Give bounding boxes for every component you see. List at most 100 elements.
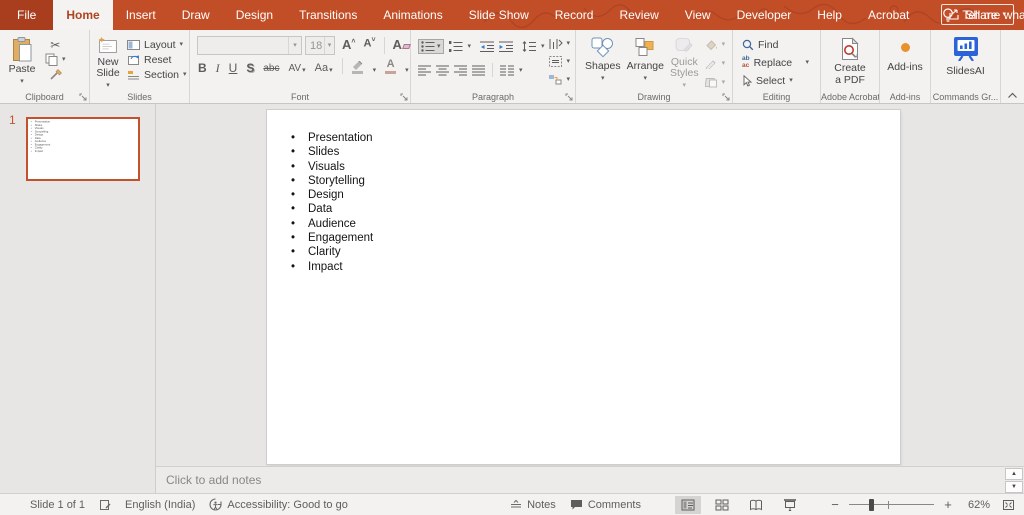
tab-slide-show[interactable]: Slide Show: [456, 0, 542, 30]
change-case-button[interactable]: Aa ▾: [315, 63, 333, 75]
columns-dropdown-icon[interactable]: ▾: [519, 67, 523, 74]
text-direction-button[interactable]: ▾: [545, 36, 574, 51]
bullet-list[interactable]: • Presentation • Slides • Visuals • Storytellin…: [267, 110, 900, 274]
commands-group-label: Commands Gr...: [932, 92, 999, 102]
convert-smartart-button[interactable]: ▾: [545, 72, 574, 87]
tab-transitions[interactable]: Transitions: [286, 0, 370, 30]
highlight-dropdown-icon[interactable]: ▾: [373, 67, 377, 74]
tab-animations[interactable]: Animations: [370, 0, 455, 30]
tab-review[interactable]: Review: [606, 0, 671, 30]
tab-acrobat[interactable]: Acrobat: [855, 0, 922, 30]
replace-dropdown-icon[interactable]: ▾: [805, 59, 815, 66]
align-right-button[interactable]: [454, 65, 467, 76]
share-button[interactable]: Share ▾: [941, 4, 1014, 25]
scroll-up-button[interactable]: ▲: [1005, 468, 1023, 480]
align-left-button[interactable]: [418, 65, 431, 76]
paste-button[interactable]: Paste ▾: [2, 33, 42, 89]
paragraph-dialog-launcher[interactable]: [565, 93, 573, 101]
zoom-in-button[interactable]: +: [942, 498, 954, 511]
align-text-button[interactable]: ▾: [545, 54, 574, 69]
reset-button[interactable]: Reset: [124, 52, 190, 67]
notes-pane[interactable]: Click to add notes ▲ ▼: [156, 466, 1024, 493]
tab-insert[interactable]: Insert: [113, 0, 169, 30]
columns-button[interactable]: [500, 65, 514, 76]
select-button[interactable]: Select ▾: [739, 73, 818, 88]
normal-view-button[interactable]: [675, 495, 701, 514]
arrange-button[interactable]: Arrange ▾: [624, 33, 667, 89]
tab-developer[interactable]: Developer: [724, 0, 805, 30]
tab-draw[interactable]: Draw: [169, 0, 223, 30]
justify-button[interactable]: [472, 65, 485, 76]
character-spacing-button[interactable]: AV ▾: [288, 64, 305, 75]
shape-fill-button[interactable]: ▾: [702, 37, 729, 52]
slide-show-button[interactable]: [777, 496, 803, 514]
zoom-slider-handle[interactable]: [869, 498, 875, 511]
slidesai-button[interactable]: SlidesAI: [936, 33, 996, 89]
increase-font-size-button[interactable]: A˄: [342, 37, 355, 52]
spell-check-button[interactable]: [99, 499, 111, 511]
new-slide-button[interactable]: New Slide ▾: [92, 33, 124, 89]
accessibility-button[interactable]: Accessibility: Good to go: [209, 498, 348, 511]
tab-help[interactable]: Help: [804, 0, 855, 30]
format-painter-button[interactable]: [42, 67, 69, 82]
notes-toggle-button[interactable]: Notes: [510, 499, 556, 511]
zoom-slider[interactable]: [849, 498, 934, 512]
zoom-level[interactable]: 62%: [962, 499, 990, 511]
tab-record[interactable]: Record: [542, 0, 607, 30]
bullets-button[interactable]: ▾: [418, 38, 444, 54]
language-button[interactable]: English (India): [125, 499, 195, 511]
spell-check-icon: [100, 499, 111, 510]
numbering-button[interactable]: [448, 40, 463, 52]
decrease-font-size-button[interactable]: A˅: [363, 37, 375, 50]
underline-button[interactable]: U: [229, 62, 238, 74]
collapse-ribbon-button[interactable]: [1007, 92, 1018, 99]
font-size-dropdown-icon[interactable]: ▾: [324, 37, 334, 54]
tab-design[interactable]: Design: [223, 0, 286, 30]
create-pdf-button[interactable]: Create a PDF: [825, 33, 875, 89]
highlight-color-button[interactable]: [352, 61, 364, 74]
italic-button[interactable]: I: [216, 62, 220, 74]
zoom-out-button[interactable]: −: [829, 498, 841, 511]
comments-button[interactable]: Comments: [570, 499, 641, 511]
quick-styles-button[interactable]: Quick Styles ▾: [667, 33, 702, 89]
scroll-down-button[interactable]: ▼: [1005, 481, 1023, 493]
tab-home[interactable]: Home: [53, 0, 113, 30]
clear-formatting-button[interactable]: A: [393, 37, 411, 52]
fit-slide-to-window-button[interactable]: [998, 496, 1018, 514]
font-color-button[interactable]: A: [385, 59, 397, 74]
shape-outline-button[interactable]: ▾: [702, 56, 729, 71]
slide-canvas[interactable]: • Presentation • Slides • Visuals • Storytellin…: [267, 110, 900, 464]
section-button[interactable]: Section ▾: [124, 67, 190, 82]
replace-button[interactable]: ab ac Replace ▾: [739, 55, 818, 70]
shape-effects-button[interactable]: ▾: [702, 75, 729, 90]
layout-button[interactable]: Layout ▾: [124, 37, 190, 52]
bullet-text: Clarity: [308, 246, 341, 259]
strikethrough-button[interactable]: abc: [263, 64, 279, 74]
line-spacing-button[interactable]: [522, 40, 537, 52]
decrease-indent-button[interactable]: [480, 41, 495, 52]
tab-file[interactable]: File: [0, 0, 54, 30]
cut-button[interactable]: ✂: [42, 37, 69, 52]
font-dialog-launcher[interactable]: [400, 93, 408, 101]
drawing-dialog-launcher[interactable]: [722, 93, 730, 101]
numbering-dropdown-icon[interactable]: ▾: [468, 43, 472, 50]
font-name-dropdown-icon[interactable]: ▾: [288, 37, 301, 54]
bullets-dropdown-icon: ▾: [437, 42, 441, 50]
text-shadow-button[interactable]: S: [246, 62, 254, 74]
shapes-button[interactable]: Shapes ▾: [582, 33, 624, 89]
add-ins-button[interactable]: Add-ins: [882, 33, 928, 89]
line-spacing-icon: [522, 40, 537, 52]
reading-view-button[interactable]: [743, 496, 769, 514]
increase-indent-button[interactable]: [499, 41, 514, 52]
font-color-dropdown-icon[interactable]: ▾: [405, 67, 409, 74]
align-center-button[interactable]: [436, 65, 449, 76]
slide-sorter-view-button[interactable]: [709, 496, 735, 514]
tab-view[interactable]: View: [672, 0, 724, 30]
copy-button[interactable]: ▾: [42, 52, 69, 67]
slide-thumbnail[interactable]: • Presentation • Slides • Visuals • Storytellin…: [26, 117, 140, 181]
find-button[interactable]: Find: [739, 37, 818, 52]
font-name-combobox[interactable]: ▾: [197, 36, 302, 55]
font-size-combobox[interactable]: 18 ▾: [305, 36, 335, 55]
clipboard-dialog-launcher[interactable]: [79, 93, 87, 101]
bold-button[interactable]: B: [198, 62, 207, 74]
